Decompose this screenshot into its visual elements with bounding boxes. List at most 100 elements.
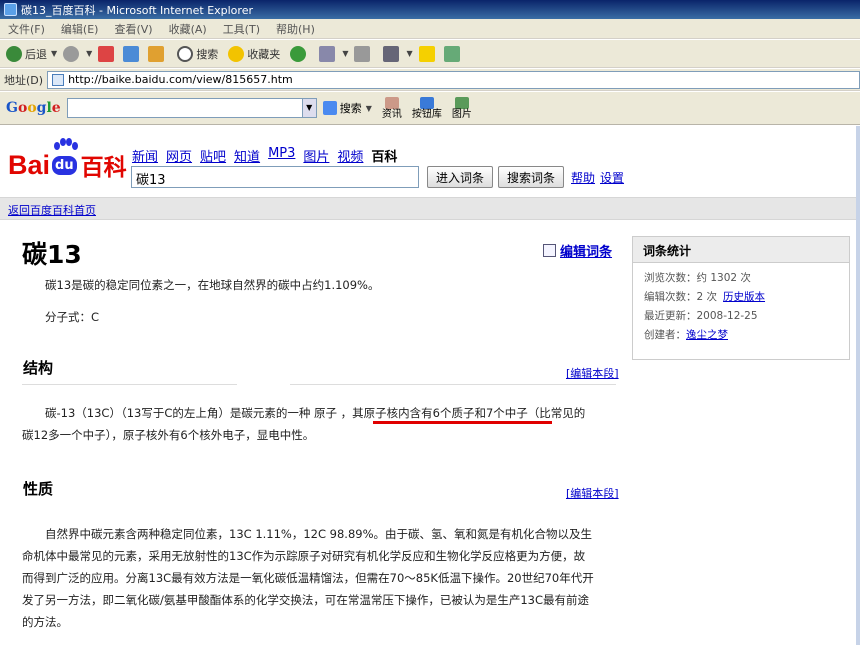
return-home-link[interactable]: 返回百度百科首页 [8, 202, 96, 218]
stop-button[interactable] [98, 45, 117, 62]
edit-page-button[interactable]: ▼ [383, 45, 413, 62]
creator-link[interactable]: 逸尘之梦 [686, 329, 728, 341]
ie-toolbar: 后退 ▼ ▼ 搜索 收藏夹 ▼ ▼ [0, 40, 860, 68]
search-button[interactable]: 搜索 [177, 45, 218, 62]
edit-entry-link[interactable]: 编辑词条 [543, 241, 612, 260]
home-icon [148, 45, 165, 62]
window-titlebar: 碳13_百度百科 - Microsoft Internet Explorer [0, 0, 860, 19]
address-label: 地址(D) [4, 73, 44, 87]
google-news-button[interactable]: 资讯 [382, 96, 402, 120]
chevron-down-icon: ▼ [342, 49, 349, 58]
paw-icon [54, 138, 78, 152]
red-underline [373, 421, 552, 424]
search-icon [177, 45, 194, 62]
nav-zhidao[interactable]: 知道 [234, 146, 260, 165]
history-link[interactable]: 历史版本 [723, 291, 765, 303]
menu-help[interactable]: 帮助(H) [268, 21, 323, 37]
baike-search-input[interactable]: 碳13 [131, 166, 419, 188]
nav-baike-current: 百科 [371, 150, 398, 165]
formula-text: 分子式：C [45, 310, 100, 324]
messenger-icon [443, 45, 460, 62]
highlighted-phrase: 其原子核内含有6个质子和7个中子 [352, 406, 528, 420]
edit-icon [383, 45, 400, 62]
properties-line-2: 命机体中最常见的元素，采用无放射性的13C作为示踪原子对研究有机化学反应和生物化… [22, 549, 586, 563]
chevron-down-icon[interactable]: ▼ [301, 99, 316, 117]
properties-line-5: 的方法。 [22, 615, 68, 629]
mail-button[interactable]: ▼ [319, 45, 349, 62]
structure-line-2: 碳12多一个中子），原子核外有6个核外电子，显电中性。 [22, 428, 315, 442]
product-nav: 新闻 网页 贴吧 知道 MP3 图片 视频 百科 [132, 146, 397, 165]
address-input[interactable]: http://baike.baidu.com/view/815657.htm [47, 70, 860, 89]
scrollbar[interactable] [856, 126, 860, 645]
print-button[interactable] [354, 45, 373, 62]
chevron-down-icon: ▼ [86, 49, 93, 58]
home-button[interactable] [148, 45, 167, 62]
google-logo: Google [6, 100, 61, 116]
menu-edit[interactable]: 编辑(E) [53, 21, 107, 37]
baidu-logo[interactable]: Bai du 百科 [8, 138, 127, 182]
window-title: 碳13_百度百科 - Microsoft Internet Explorer [21, 3, 253, 17]
section-heading-structure: 结构 [23, 359, 54, 377]
chevron-down-icon: ▼ [406, 49, 413, 58]
nav-tieba[interactable]: 贴吧 [200, 146, 226, 165]
nav-mp3[interactable]: MP3 [268, 146, 295, 165]
stats-title: 词条统计 [633, 237, 849, 263]
stop-icon [98, 45, 115, 62]
section-divider [22, 384, 237, 385]
nav-video[interactable]: 视频 [337, 146, 363, 165]
menu-view[interactable]: 查看(V) [106, 21, 160, 37]
section-divider [290, 384, 616, 385]
properties-line-1: 自然界中碳元素含两种稳定同位素，13C 1.11%，12C 98.89%。由于碳… [45, 527, 593, 541]
google-search-icon [322, 101, 337, 115]
menu-file[interactable]: 文件(F) [0, 21, 53, 37]
menu-tools[interactable]: 工具(T) [215, 21, 268, 37]
news-icon [384, 96, 399, 109]
google-images-button[interactable]: 图片 [452, 96, 472, 120]
refresh-button[interactable] [123, 45, 142, 62]
address-url: http://baike.baidu.com/view/815657.htm [68, 73, 293, 86]
forward-button[interactable]: ▼ [63, 45, 93, 62]
plus-icon [419, 96, 434, 109]
properties-line-3: 而得到广泛的应用。分离13C最有效方法是一氧化碳低温精馏法，但需在70～85K低… [22, 571, 594, 585]
page-icon [52, 73, 65, 86]
address-bar: 地址(D) http://baike.baidu.com/view/815657… [0, 69, 860, 91]
enter-entry-button[interactable]: 进入词条 [427, 166, 494, 188]
media-icon [290, 45, 307, 62]
media-button[interactable] [290, 45, 309, 62]
nav-web[interactable]: 网页 [166, 146, 192, 165]
intro-text: 碳13是碳的稳定同位素之一，在地球自然界的碳中占约1.109%。 [45, 278, 380, 292]
star-icon [228, 45, 245, 62]
stats-edits: 编辑次数：2 次历史版本 [644, 291, 766, 303]
back-button[interactable]: 后退 ▼ [6, 45, 57, 62]
page-title: 碳13 [22, 240, 82, 269]
search-entry-button[interactable]: 搜索词条 [498, 166, 565, 188]
help-link[interactable]: 帮助 [571, 169, 595, 186]
stats-views: 浏览次数：约 1302 次 [644, 272, 751, 284]
entry-stats-panel: 词条统计 浏览次数：约 1302 次 编辑次数：2 次历史版本 最近更新：200… [632, 236, 850, 360]
pencil-icon [543, 244, 556, 257]
notes-button[interactable] [418, 45, 438, 62]
back-arrow-icon [6, 45, 22, 62]
google-buttons-gallery-button[interactable]: 按钮库 [412, 96, 442, 120]
favorites-button[interactable]: 收藏夹 [228, 45, 280, 62]
stats-updated: 最近更新：2008-12-25 [644, 310, 758, 322]
note-icon [418, 45, 435, 62]
google-toolbar: Google ▼ 搜索 ▼ 资讯 按钮库 图片 [0, 92, 860, 125]
edit-section-link[interactable]: [编辑本段] [566, 485, 619, 501]
messenger-button[interactable] [443, 45, 463, 62]
return-bar: 返回百度百科首页 [0, 197, 860, 220]
section-heading-properties: 性质 [23, 480, 54, 498]
menu-bar: 文件(F) 编辑(E) 查看(V) 收藏(A) 工具(T) 帮助(H) [0, 19, 860, 39]
google-search-input[interactable]: ▼ [66, 98, 317, 118]
edit-section-link[interactable]: [编辑本段] [566, 365, 619, 381]
stats-creator: 创建者：逸尘之梦 [644, 329, 728, 341]
web-page: Bai du 百科 新闻 网页 贴吧 知道 MP3 图片 视频 百科 碳13 进… [0, 126, 860, 645]
nav-images[interactable]: 图片 [303, 146, 329, 165]
settings-link[interactable]: 设置 [600, 169, 624, 186]
mail-icon [319, 45, 336, 62]
chevron-down-icon: ▼ [365, 103, 372, 113]
google-search-button[interactable]: 搜索 ▼ [322, 100, 372, 116]
refresh-icon [123, 45, 140, 62]
menu-favorites[interactable]: 收藏(A) [161, 21, 215, 37]
nav-news[interactable]: 新闻 [132, 146, 158, 165]
